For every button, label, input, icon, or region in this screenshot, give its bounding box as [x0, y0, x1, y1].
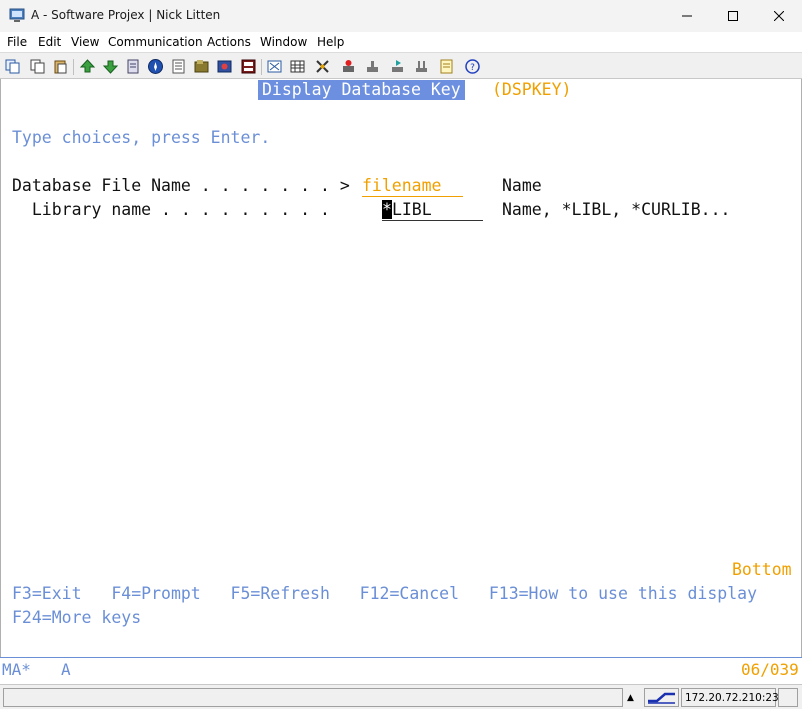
- menu-window[interactable]: Window: [260, 35, 307, 49]
- resize-grip-field[interactable]: [778, 688, 798, 707]
- file-name-input[interactable]: filename: [362, 176, 463, 197]
- terminal-app-icon: [9, 8, 25, 22]
- maximize-icon: [728, 11, 738, 21]
- menu-communication[interactable]: Communication: [108, 35, 203, 49]
- notes-icon[interactable]: [438, 58, 455, 75]
- print-screen-icon[interactable]: [125, 58, 142, 75]
- library-name-value: LIBL: [391, 200, 432, 219]
- menu-view[interactable]: View: [71, 35, 99, 49]
- more-indicator: Bottom: [732, 560, 792, 579]
- svg-text:?: ?: [470, 63, 475, 73]
- download-icon[interactable]: [364, 58, 381, 75]
- status-bar: ▲ 172.20.72.210:23: [0, 684, 802, 709]
- navigator-icon[interactable]: [147, 58, 164, 75]
- oia-session: A: [61, 660, 71, 679]
- keyboard-map-icon[interactable]: [289, 58, 306, 75]
- field-label-library-name: Library name . . . . . . . . .: [12, 200, 330, 219]
- minimize-button[interactable]: [664, 0, 710, 32]
- paste-icon[interactable]: [52, 58, 69, 75]
- oia-status: MA*: [2, 660, 31, 679]
- oia-divider: [0, 657, 802, 658]
- field-hint-file-name: Name: [502, 176, 542, 195]
- macro-record-icon[interactable]: [193, 58, 210, 75]
- macro-play-icon[interactable]: [216, 58, 233, 75]
- menu-bar: File Edit View Communication Actions Win…: [0, 32, 802, 52]
- text-cursor: *: [382, 200, 392, 219]
- scroll-up-arrow-icon[interactable]: ▲: [627, 693, 634, 703]
- help-icon[interactable]: ?: [464, 58, 481, 75]
- menu-file[interactable]: File: [7, 35, 27, 49]
- function-keys-line-1: F3=Exit F4=Prompt F5=Refresh F12=Cancel …: [12, 584, 758, 603]
- maximize-button[interactable]: [710, 0, 756, 32]
- close-button[interactable]: [756, 0, 802, 32]
- macro-icon[interactable]: [314, 58, 331, 75]
- receive-file-icon[interactable]: [102, 58, 119, 75]
- menu-actions[interactable]: Actions: [207, 35, 251, 49]
- terminal-screen[interactable]: Display Database Key (DSPKEY) Type choic…: [0, 79, 802, 657]
- library-name-input[interactable]: *LIBL: [382, 200, 483, 221]
- function-keys-line-2: F24=More keys: [12, 608, 142, 627]
- trace-icon[interactable]: [170, 58, 187, 75]
- host-address-field: 172.20.72.210:23: [681, 688, 779, 707]
- instructions-text: Type choices, press Enter.: [12, 128, 271, 147]
- field-label-file-name: Database File Name . . . . . . . >: [12, 176, 350, 195]
- toolbar: ?: [0, 52, 802, 79]
- display-icon[interactable]: [240, 58, 257, 75]
- connection-status-field: [644, 688, 679, 707]
- screen-title: Display Database Key: [258, 80, 465, 100]
- stop-record-icon[interactable]: [340, 58, 357, 75]
- connection-icon: [648, 692, 675, 704]
- copy-icon[interactable]: [4, 58, 21, 75]
- keypad-icon[interactable]: [266, 58, 283, 75]
- command-name: (DSPKEY): [492, 80, 572, 99]
- status-message-field: [3, 688, 623, 707]
- play-icon[interactable]: [389, 58, 406, 75]
- host-address: 172.20.72.210:23: [685, 692, 779, 704]
- send-file-icon[interactable]: [79, 58, 96, 75]
- window-title: A - Software Projex | Nick Litten: [31, 8, 221, 22]
- close-icon: [774, 11, 784, 21]
- menu-help[interactable]: Help: [317, 35, 344, 49]
- minimize-icon: [682, 15, 692, 17]
- status-icon[interactable]: [413, 58, 430, 75]
- oia-cursor-position: 06/039: [741, 660, 799, 679]
- title-bar: A - Software Projex | Nick Litten: [0, 0, 802, 32]
- menu-edit[interactable]: Edit: [38, 35, 61, 49]
- copy-append-icon[interactable]: [29, 58, 46, 75]
- field-hint-library-name: Name, *LIBL, *CURLIB...: [502, 200, 731, 219]
